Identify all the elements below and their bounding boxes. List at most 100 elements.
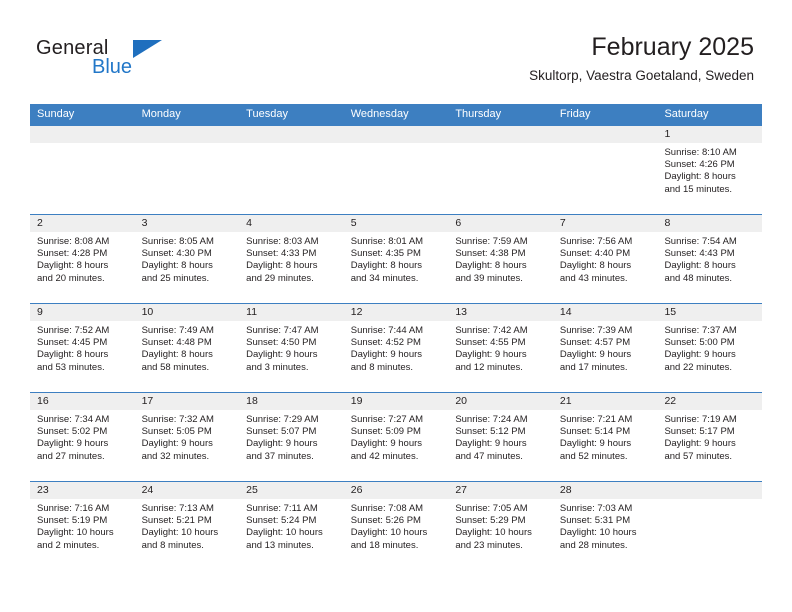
day-cell [657,482,763,570]
sunset-text: Sunset: 5:19 PM [37,515,108,527]
day-cell: 23 Sunrise: 7:16 AM Sunset: 5:19 PM Dayl… [30,482,135,570]
day-number-band: 10 [134,304,240,321]
day-number: 4 [246,217,252,229]
daylight-text-line2: and 48 minutes. [664,272,733,284]
daylight-text-line2: and 58 minutes. [141,361,210,373]
sunset-text: Sunset: 4:45 PM [37,337,108,349]
day-number-band: 26 [343,482,449,499]
day-number: 11 [246,306,258,318]
sunrise-text: Sunrise: 8:01 AM [350,236,424,247]
day-number-band: 6 [448,215,553,232]
sunset-text: Sunset: 4:33 PM [246,248,317,260]
daylight-text-line1: Daylight: 9 hours [664,349,736,361]
sunset-text: Sunset: 4:50 PM [246,337,317,349]
week-row: 2 Sunrise: 8:08 AM Sunset: 4:28 PM Dayli… [30,214,763,303]
day-number: 15 [664,306,677,318]
daylight-text-line1: Daylight: 8 hours [350,260,423,272]
day-details: Sunrise: 7:29 AM Sunset: 5:07 PM Dayligh… [239,410,344,463]
sunset-text: Sunset: 5:17 PM [664,426,735,438]
daylight-text-line2: and 25 minutes. [141,272,210,284]
day-details [30,143,135,147]
daylight-text-line1: Daylight: 8 hours [141,349,213,361]
sunrise-text: Sunrise: 7:32 AM [141,414,214,425]
day-number-band: 5 [343,215,449,232]
day-details: Sunrise: 7:54 AM Sunset: 4:43 PM Dayligh… [657,232,762,285]
day-cell: 16 Sunrise: 7:34 AM Sunset: 5:02 PM Dayl… [30,393,135,481]
daylight-text-line1: Daylight: 9 hours [246,349,318,361]
day-details: Sunrise: 8:01 AM Sunset: 4:35 PM Dayligh… [344,232,449,285]
day-details: Sunrise: 7:47 AM Sunset: 4:50 PM Dayligh… [239,321,344,374]
day-cell: 9 Sunrise: 7:52 AM Sunset: 4:45 PM Dayli… [30,304,135,392]
day-cell: 7 Sunrise: 7:56 AM Sunset: 4:40 PM Dayli… [552,215,658,303]
daylight-text-line2: and 57 minutes. [664,450,733,462]
day-number-band [448,126,553,143]
day-details: Sunrise: 7:13 AM Sunset: 5:21 PM Dayligh… [135,499,240,552]
day-details: Sunrise: 7:42 AM Sunset: 4:55 PM Dayligh… [448,321,553,374]
sunset-text: Sunset: 4:43 PM [664,248,735,260]
day-cell: 28 Sunrise: 7:03 AM Sunset: 5:31 PM Dayl… [552,482,658,570]
sunrise-text: Sunrise: 8:03 AM [246,236,319,247]
weekday-header-monday: Monday [141,108,181,120]
calendar-page: General Blue February 2025 Skultorp, Vae… [0,0,792,612]
daylight-text-line1: Daylight: 10 hours [455,527,532,539]
day-cell: 12 Sunrise: 7:44 AM Sunset: 4:52 PM Dayl… [343,304,449,392]
day-number: 20 [455,395,467,407]
day-number-band: 18 [239,393,344,410]
daylight-text-line2: and 8 minutes. [350,361,414,373]
day-cell: 1 Sunrise: 8:10 AM Sunset: 4:26 PM Dayli… [657,126,763,214]
sunrise-text: Sunrise: 7:49 AM [141,325,214,336]
daylight-text-line2: and 18 minutes. [350,539,419,551]
day-cell: 5 Sunrise: 8:01 AM Sunset: 4:35 PM Dayli… [343,215,449,303]
day-number-band: 21 [552,393,658,410]
day-number-band: 13 [448,304,553,321]
sunrise-text: Sunrise: 7:08 AM [350,503,424,514]
day-details: Sunrise: 8:10 AM Sunset: 4:26 PM Dayligh… [657,143,762,196]
day-number: 25 [246,484,258,496]
daylight-text-line1: Daylight: 9 hours [37,438,109,450]
day-details: Sunrise: 7:52 AM Sunset: 4:45 PM Dayligh… [30,321,135,374]
day-details [553,143,658,147]
sunset-text: Sunset: 4:57 PM [559,337,631,349]
sunrise-text: Sunrise: 7:05 AM [455,503,528,514]
sunset-text: Sunset: 4:30 PM [141,248,212,260]
day-cell: 10 Sunrise: 7:49 AM Sunset: 4:48 PM Dayl… [134,304,240,392]
daylight-text-line2: and 17 minutes. [559,361,628,373]
sunset-text: Sunset: 5:26 PM [350,515,421,527]
day-number: 9 [37,306,43,318]
daylight-text-line1: Daylight: 10 hours [559,527,637,539]
sunrise-text: Sunrise: 7:21 AM [559,414,633,425]
day-details: Sunrise: 7:32 AM Sunset: 5:05 PM Dayligh… [135,410,240,463]
day-details [344,143,449,147]
daylight-text-line1: Daylight: 8 hours [141,260,213,272]
sunset-text: Sunset: 5:02 PM [37,426,108,438]
day-number: 3 [141,217,148,229]
day-details: Sunrise: 7:56 AM Sunset: 4:40 PM Dayligh… [553,232,658,285]
day-details: Sunrise: 7:08 AM Sunset: 5:26 PM Dayligh… [344,499,449,552]
day-number: 26 [350,484,363,496]
day-number-band: 12 [343,304,449,321]
day-number: 16 [37,395,49,407]
day-number-band: 17 [134,393,240,410]
day-cell [343,126,449,214]
day-number-band [657,482,763,499]
day-number-band: 24 [134,482,240,499]
sunset-text: Sunset: 5:09 PM [350,426,421,438]
sunrise-text: Sunrise: 7:47 AM [246,325,319,336]
sunset-text: Sunset: 5:31 PM [559,515,631,527]
weekday-header-friday: Friday [559,108,591,120]
day-details: Sunrise: 7:39 AM Sunset: 4:57 PM Dayligh… [553,321,658,374]
day-number: 2 [37,217,43,229]
sunset-text: Sunset: 4:55 PM [455,337,526,349]
day-number-band: 3 [134,215,240,232]
sunrise-text: Sunrise: 7:16 AM [37,503,110,514]
sunset-text: Sunset: 5:07 PM [246,426,317,438]
day-details: Sunrise: 7:03 AM Sunset: 5:31 PM Dayligh… [553,499,658,552]
day-number: 13 [455,306,467,318]
daylight-text-line2: and 13 minutes. [246,539,314,551]
day-number-band: 25 [239,482,344,499]
day-details [448,143,553,147]
sunset-text: Sunset: 4:26 PM [664,159,735,171]
daylight-text-line2: and 28 minutes. [559,539,628,551]
day-details: Sunrise: 7:24 AM Sunset: 5:12 PM Dayligh… [448,410,553,463]
day-details: Sunrise: 7:44 AM Sunset: 4:52 PM Dayligh… [344,321,449,374]
